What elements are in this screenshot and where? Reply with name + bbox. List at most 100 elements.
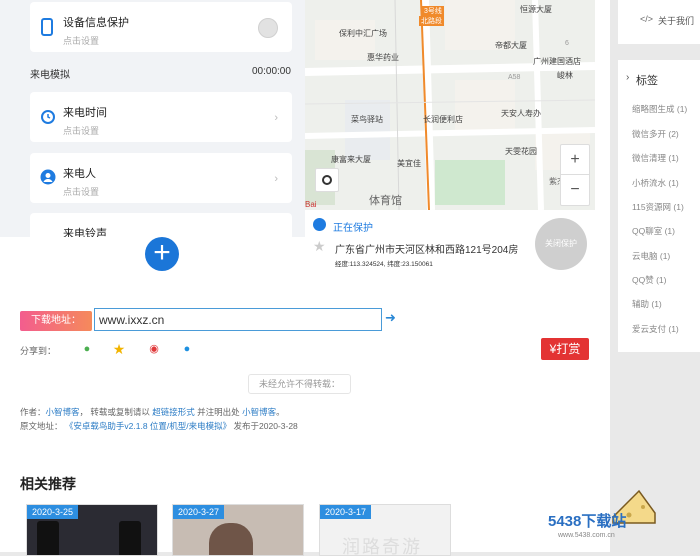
related-section: 相关推荐 2020-3-25 2020-3-27 2020-3-17 润路奇游 (0, 450, 610, 556)
copyright-notice: 未经允许不得转载： (248, 374, 352, 394)
reward-button[interactable]: ¥打赏 (541, 338, 589, 360)
call-section-label: 来电模拟 (30, 70, 70, 81)
map-label: 天雯花园 (505, 147, 537, 156)
meta-mid2: 并注明出处 (197, 407, 240, 417)
go-arrow-icon[interactable]: ➜ (385, 310, 396, 326)
download-url-input[interactable] (94, 308, 382, 331)
source-prefix: 原文地址： (20, 421, 63, 431)
map-label: 峻林 (557, 71, 573, 80)
map-view: 保利中汇广场 惠华药业 3号线 北路段 恒源大厦 帝都大厦 广州建国酒店 峻林 … (305, 0, 595, 210)
phone-settings-panel: 设备信息保护 点击设置 来电模拟 00:00:00 来电时间 点击设置 › 来电… (0, 0, 305, 245)
author-link[interactable]: 小智博客 (46, 407, 80, 417)
photo-thumbnail (209, 523, 253, 555)
related-card[interactable]: 2020-3-27 (172, 504, 304, 556)
shield-icon (313, 218, 326, 231)
protection-bar: 正在保护 ★ 广东省广州市天河区林和西路121号204房 经度:113.3245… (305, 210, 595, 272)
caller-title: 来电人 (63, 168, 96, 180)
qq-icon[interactable]: ● (178, 340, 196, 358)
toggle-switch (258, 18, 278, 38)
map-label: 美宜佳 (397, 159, 421, 168)
address-text: 广东省广州市天河区林和西路121号204房 (335, 245, 519, 256)
published-date: 发布于2020-3-28 (233, 421, 298, 431)
zoom-in-button: + (561, 145, 589, 175)
related-card[interactable]: 2020-3-25 (26, 504, 158, 556)
device-info-card: 设备信息保护 点击设置 (30, 2, 292, 52)
meta-end: 。 (276, 407, 285, 417)
coordinates-text: 经度:113.324524, 纬度:23.150061 (335, 261, 433, 268)
star-icon: ★ (313, 238, 326, 254)
map-label: Bai (305, 200, 317, 209)
map-label: 保利中汇广场 (339, 29, 387, 38)
tag-link[interactable]: 缩略图生成 (1) (632, 103, 687, 115)
related-title: 相关推荐 (20, 476, 76, 492)
chevron-right-icon: › (274, 112, 278, 124)
meta-mid: ， 转载或复制请以 (79, 407, 150, 417)
hyperlink-form-link[interactable]: 超链接形式 (152, 407, 195, 417)
app-screenshot: 设备信息保护 点击设置 来电模拟 00:00:00 来电时间 点击设置 › 来电… (0, 0, 610, 280)
related-date: 2020-3-25 (27, 505, 79, 519)
tag-link[interactable]: QQ聊室 (1) (632, 225, 675, 237)
about-link[interactable]: 关于我们 (658, 14, 694, 27)
map-label: 3号线 (422, 6, 444, 16)
tag-link[interactable]: 微信多开 (2) (632, 128, 679, 140)
map-label: 6 (565, 40, 569, 47)
sidebar-tags-box: › 标签 缩略图生成 (1) 微信多开 (2) 微信清理 (1) 小桥流水 (1… (618, 60, 700, 352)
tag-link[interactable]: 115资源网 (1) (632, 201, 684, 213)
download-label: 下载地址： (20, 311, 92, 331)
tags-title: 标签 (636, 75, 658, 87)
tag-link[interactable]: QQ赞 (1) (632, 274, 666, 286)
add-button: + (145, 237, 179, 271)
map-label: 广州建国酒店 (533, 57, 581, 66)
map-label: 恒源大厦 (520, 5, 552, 14)
watermark-brand: 5438下载站 (548, 513, 627, 530)
map-label: 北路段 (419, 16, 444, 26)
call-time-card: 来电时间 点击设置 › (30, 92, 292, 142)
alarm-clock-icon (40, 108, 56, 126)
map-label: 菜鸟驿站 (351, 115, 383, 124)
phone-thumbnail (119, 521, 141, 555)
map-label: 帝都大厦 (495, 41, 527, 50)
related-thumb-text: 润路奇游 (342, 537, 422, 556)
locate-button (315, 168, 339, 192)
related-card[interactable]: 2020-3-17 润路奇游 (319, 504, 451, 556)
phone-thumbnail (37, 521, 59, 555)
source-link[interactable]: 《安卓载鸟助手v2.1.8 位置/机型/来电模拟》 (65, 421, 231, 431)
device-info-subtitle: 点击设置 (63, 36, 100, 46)
source-line: 原文地址： 《安卓载鸟助手v2.1.8 位置/机型/来电模拟》 发布于2020-… (20, 420, 298, 432)
person-icon (40, 169, 56, 187)
tag-link[interactable]: 微信清理 (1) (632, 152, 679, 164)
map-label: 长润便利店 (423, 115, 463, 124)
zoom-out-button: − (570, 181, 580, 198)
tag-link[interactable]: 小桥流水 (1) (632, 177, 679, 189)
call-section-time: 00:00:00 (252, 66, 291, 77)
call-time-subtitle: 点击设置 (63, 126, 100, 136)
weibo-icon[interactable]: ◉ (145, 340, 163, 358)
map-label: 惠华药业 (367, 53, 399, 62)
close-protection-button: 关闭保护 (535, 218, 587, 270)
map-label: A58 (508, 74, 521, 81)
device-info-title: 设备信息保护 (63, 17, 129, 29)
tag-link[interactable]: 辅助 (1) (632, 298, 662, 310)
site-watermark: 5438下载站 www.5438.com.cn (548, 510, 627, 539)
caller-card: 来电人 点击设置 › (30, 153, 292, 203)
author-line: 作者：小智博客， 转载或复制请以 超链接形式 并注明出处 小智博客。 (20, 406, 285, 418)
map-label: 天安人寿办 (501, 109, 541, 118)
chevron-right-icon: › (626, 72, 630, 83)
author-prefix: 作者： (20, 407, 46, 417)
wechat-icon[interactable]: ● (78, 340, 96, 358)
related-date: 2020-3-17 (320, 505, 372, 519)
watermark-url: www.5438.com.cn (558, 532, 615, 539)
tag-link[interactable]: 爱云支付 (1) (632, 323, 679, 335)
zoom-control: + − (560, 144, 590, 206)
map-label: 体育馆 (369, 195, 402, 207)
target-icon (322, 174, 332, 185)
site-link[interactable]: 小智博客 (242, 407, 276, 417)
phone-icon (40, 18, 56, 36)
protection-status: 正在保护 (333, 223, 373, 234)
share-label: 分享到： (20, 346, 57, 356)
map-label: 康富来大厦 (331, 155, 371, 164)
chevron-right-icon: › (274, 173, 278, 185)
tag-link[interactable]: 云电脑 (1) (632, 250, 670, 262)
favorite-star-icon[interactable]: ★ (110, 340, 128, 358)
caller-subtitle: 点击设置 (63, 187, 100, 197)
